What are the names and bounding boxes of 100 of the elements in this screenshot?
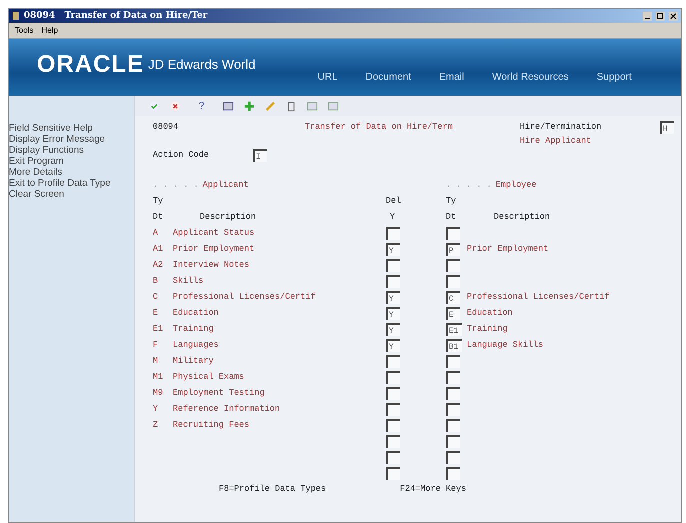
input-field[interactable]: E1 <box>446 322 462 336</box>
input-field[interactable]: Y <box>386 322 400 336</box>
input-field[interactable]: Y <box>386 306 400 320</box>
column-header: Del <box>386 196 402 206</box>
app-icon <box>12 11 20 21</box>
input-field[interactable] <box>386 386 400 400</box>
nav-link[interactable]: World Resources <box>492 72 569 83</box>
input-field[interactable] <box>446 466 460 480</box>
type-code: M9 <box>153 388 164 398</box>
input-field[interactable] <box>446 418 460 432</box>
type-code: B <box>153 276 160 286</box>
brand-logo: ORACLE <box>37 51 144 79</box>
input-field[interactable] <box>386 226 400 240</box>
input-field[interactable]: H <box>660 120 674 134</box>
input-field[interactable] <box>386 450 400 464</box>
input-field[interactable] <box>386 434 400 448</box>
type-description: Training <box>173 324 215 334</box>
menu-item[interactable]: Help <box>42 26 58 35</box>
type-description: Education <box>173 308 220 318</box>
maximize-icon[interactable] <box>656 12 665 20</box>
close-icon[interactable] <box>669 12 678 20</box>
input-field[interactable]: I <box>253 148 267 162</box>
type-code: M1 <box>153 372 164 382</box>
sidebar-item[interactable]: Display Error Message <box>9 134 134 145</box>
leader-dots: . . . . . <box>446 180 492 190</box>
type-code: M <box>153 356 160 366</box>
form-heading: Transfer of Data on Hire/Term <box>305 122 454 132</box>
minimize-icon[interactable] <box>643 12 652 20</box>
input-field[interactable] <box>386 418 400 432</box>
column-header: Dt <box>446 212 458 222</box>
type-code: A <box>153 228 160 238</box>
input-field[interactable] <box>446 386 460 400</box>
type-code: Z <box>153 420 160 430</box>
leader-dots: . . . . . <box>153 180 199 190</box>
sidebar-item[interactable]: Display Functions <box>9 145 134 156</box>
type-description: Language Skills <box>467 340 545 350</box>
section-title: Employee <box>496 180 537 190</box>
type-description: Reference Information <box>173 404 282 414</box>
sidebar-item[interactable]: Exit to Profile Data Type <box>9 178 134 189</box>
type-description: Languages <box>173 340 220 350</box>
type-code: A2 <box>153 260 164 270</box>
type-description: Recruiting Fees <box>173 420 251 430</box>
type-description: Prior Employment <box>467 244 550 254</box>
help-button[interactable]: ? <box>191 100 213 112</box>
type-description: Skills <box>173 276 205 286</box>
nav-link[interactable]: Email <box>439 72 464 83</box>
input-field[interactable] <box>446 450 460 464</box>
function-key-hint: F8=Profile Data Types <box>219 484 326 494</box>
type-description: Professional Licenses/Certif <box>173 292 317 302</box>
nav-link[interactable]: URL <box>318 72 338 83</box>
column-header: Ty <box>153 196 164 206</box>
input-field[interactable] <box>446 434 460 448</box>
function-key-hint: F24=More Keys <box>400 484 466 494</box>
input-field[interactable] <box>386 274 400 288</box>
type-description: Education <box>467 308 514 318</box>
program-number: 08094 <box>153 122 180 132</box>
nav-link[interactable]: Document <box>366 72 412 83</box>
column-header: Dt <box>153 212 164 222</box>
type-code: Y <box>153 404 160 414</box>
input-field[interactable] <box>446 226 460 240</box>
menu-item[interactable]: Tools <box>15 26 34 35</box>
type-code: A1 <box>153 244 164 254</box>
type-code: E <box>153 308 160 318</box>
sidebar-item[interactable]: Field Sensitive Help <box>9 123 134 134</box>
input-field[interactable]: C <box>446 290 460 304</box>
input-field[interactable]: Y <box>386 338 400 352</box>
column-header: Description <box>493 212 552 222</box>
nav-link[interactable]: Support <box>596 72 632 83</box>
input-field[interactable]: E <box>446 306 460 320</box>
input-field[interactable] <box>446 370 460 384</box>
input-field[interactable] <box>446 274 460 288</box>
type-description: Employment Testing <box>173 388 266 398</box>
column-header: Ty <box>446 196 458 206</box>
cancel-icon[interactable] <box>170 100 181 112</box>
field-label: Hire/Termination <box>520 122 603 132</box>
input-field[interactable] <box>386 402 400 416</box>
input-field[interactable]: Y <box>386 290 400 304</box>
input-field[interactable] <box>446 354 460 368</box>
type-description: Prior Employment <box>173 244 256 254</box>
sidebar-item[interactable]: More Details <box>9 167 134 178</box>
input-field[interactable]: Y <box>386 242 400 256</box>
type-description: Training <box>467 324 509 334</box>
column-header: Y <box>389 212 396 222</box>
sidebar-item[interactable]: Clear Screen <box>9 189 134 200</box>
input-field[interactable] <box>446 258 460 272</box>
input-field[interactable]: B1 <box>446 338 462 352</box>
input-field[interactable] <box>386 466 400 480</box>
type-description: Applicant Status <box>173 228 256 238</box>
input-field[interactable] <box>386 258 400 272</box>
field-label: Action Code <box>153 150 210 160</box>
column-header: Description <box>199 212 258 222</box>
type-code: F <box>153 340 160 350</box>
input-field[interactable] <box>386 354 400 368</box>
sidebar-item[interactable]: Exit Program <box>9 156 134 167</box>
input-field[interactable]: P <box>446 242 460 256</box>
check-icon[interactable] <box>149 100 160 112</box>
type-description: Physical Exams <box>173 372 246 382</box>
input-field[interactable] <box>446 402 460 416</box>
plus-icon[interactable] <box>244 100 255 112</box>
input-field[interactable] <box>386 370 400 384</box>
